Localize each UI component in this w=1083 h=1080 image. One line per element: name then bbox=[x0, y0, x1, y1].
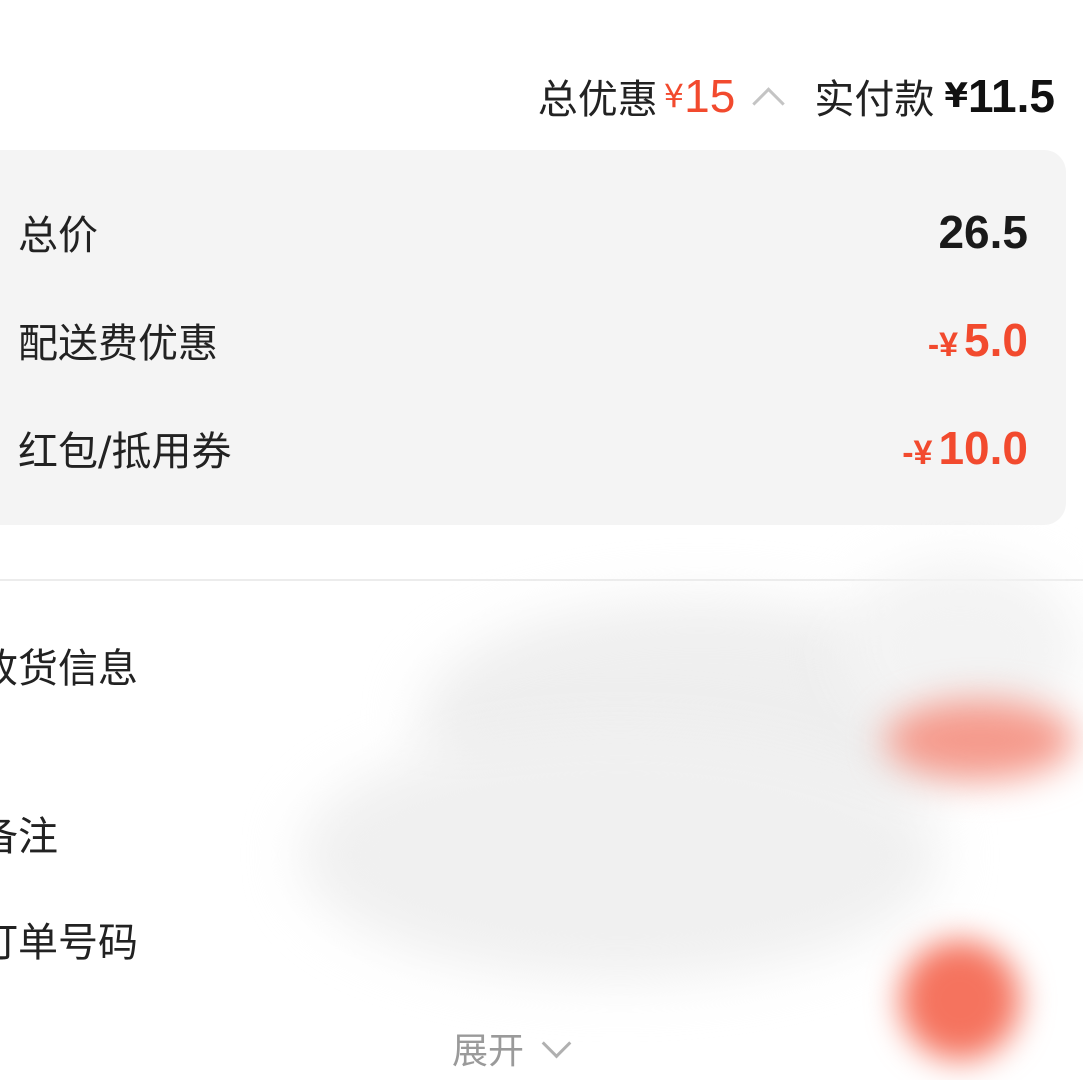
amount-paid-label: 实付款 bbox=[814, 77, 935, 123]
breakdown-row-total-price: 总价 26.5 bbox=[18, 202, 1028, 262]
order-summary: 总优惠 ¥ 15 实付款 ¥ 11.5 bbox=[538, 66, 1055, 126]
delivery-discount-value: -¥ 5.0 bbox=[928, 313, 1028, 367]
total-discount-currency: ¥ bbox=[663, 77, 685, 115]
chevron-down-icon bbox=[541, 1028, 572, 1058]
delivery-info-label: 收货信息 bbox=[0, 646, 138, 692]
order-number-label: 订单号码 bbox=[0, 920, 138, 966]
coupon-label: 红包/抵用券 bbox=[18, 429, 232, 475]
delivery-discount-prefix: -¥ bbox=[927, 326, 959, 364]
delivery-discount-label: 配送费优惠 bbox=[18, 321, 218, 367]
amount-paid-value: 11.5 bbox=[968, 70, 1055, 122]
delivery-discount-amount: 5.0 bbox=[964, 314, 1028, 366]
expand-toggle[interactable]: 展开 bbox=[452, 1022, 572, 1074]
expand-label: 展开 bbox=[452, 1031, 525, 1072]
total-price-value: 26.5 bbox=[938, 206, 1028, 258]
coupon-prefix: -¥ bbox=[902, 434, 933, 472]
total-price-label: 总价 bbox=[18, 213, 98, 259]
coupon-amount: 10.0 bbox=[938, 422, 1028, 474]
price-breakdown-card: 总价 26.5 配送费优惠 -¥ 5.0 红包/抵用券 -¥ 10.0 bbox=[0, 150, 1066, 525]
total-discount-label: 总优惠 bbox=[537, 77, 658, 123]
amount-paid-currency: ¥ bbox=[944, 76, 968, 116]
breakdown-row-delivery-discount: 配送费优惠 -¥ 5.0 bbox=[18, 310, 1028, 370]
remarks-label: 备注 bbox=[0, 814, 58, 860]
breakdown-row-coupon: 红包/抵用券 -¥ 10.0 bbox=[18, 418, 1028, 478]
coupon-value: -¥ 10.0 bbox=[902, 421, 1028, 475]
redacted-red-mark-bottom bbox=[900, 940, 1020, 1060]
chevron-up-icon[interactable] bbox=[752, 86, 786, 120]
total-discount-amount: 15 bbox=[684, 70, 736, 122]
redacted-red-mark-top bbox=[885, 700, 1075, 780]
redacted-remarks-and-order-number bbox=[300, 730, 940, 980]
